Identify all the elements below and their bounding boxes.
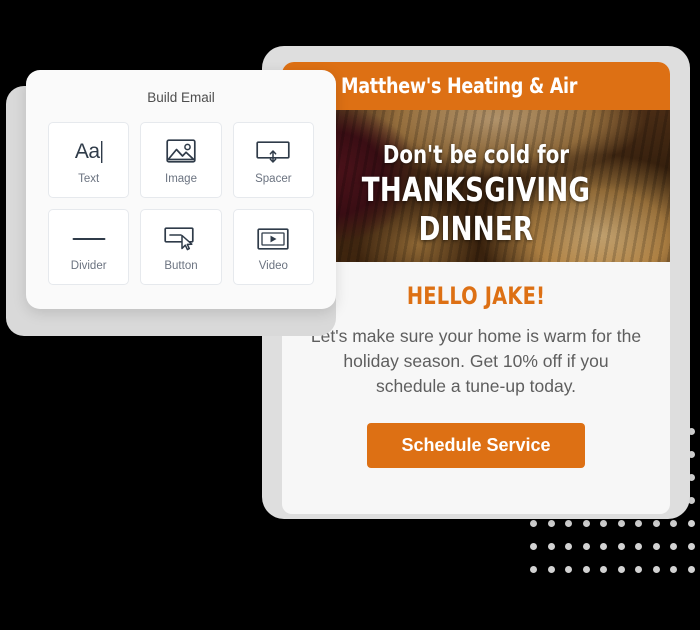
- grid-dot: [687, 543, 695, 550]
- grid-dot: [565, 520, 573, 527]
- brand-name: Matthew's Heating & Air: [341, 74, 578, 98]
- email-body: HELLO JAKE! Let's make sure your home is…: [282, 262, 670, 468]
- block-tile-label-divider: Divider: [70, 260, 107, 272]
- block-tile-label-video: Video: [258, 260, 288, 272]
- hero-headline-line2: THANKSGIVING DINNER: [361, 170, 591, 248]
- block-tile-label-text: Text: [78, 173, 100, 185]
- block-tile-label-button: Button: [164, 260, 198, 272]
- divider-icon: [72, 222, 106, 256]
- grid-dot: [530, 520, 538, 527]
- email-preview-content: Matthew's Heating & Air Don't be cold fo…: [282, 62, 670, 514]
- grid-dot: [617, 543, 625, 550]
- block-tile-divider[interactable]: Divider: [48, 209, 130, 285]
- grid-dot: [530, 543, 538, 550]
- grid-dot: [547, 520, 555, 527]
- grid-dot: [582, 543, 590, 550]
- content-block-tile-grid: Aa Text Image Spacer Divider Button Vide…: [48, 122, 314, 285]
- grid-dot: [530, 566, 538, 573]
- grid-dot: [635, 543, 643, 550]
- grid-dot: [617, 520, 625, 527]
- grid-dot: [600, 520, 608, 527]
- grid-dot: [687, 520, 695, 527]
- image-icon: [166, 135, 196, 169]
- grid-dot: [652, 566, 660, 573]
- grid-dot: [582, 520, 590, 527]
- grid-dot: [670, 520, 678, 527]
- block-tile-image[interactable]: Image: [140, 122, 222, 198]
- body-paragraph: Let's make sure your home is warm for th…: [310, 326, 642, 396]
- grid-dot: [617, 566, 625, 573]
- grid-dot: [687, 566, 695, 573]
- block-tile-button[interactable]: Button: [140, 209, 222, 285]
- block-tile-text[interactable]: Aa Text: [48, 122, 130, 198]
- screenshot-stage: Matthew's Heating & Air Don't be cold fo…: [0, 0, 700, 630]
- block-tile-label-image: Image: [165, 173, 197, 185]
- greeting-heading: HELLO JAKE!: [406, 282, 546, 310]
- hero-headline-line1: Don't be cold for: [382, 140, 570, 169]
- grid-dot: [600, 543, 608, 550]
- build-email-title: Build Email: [147, 90, 215, 105]
- grid-dot: [547, 543, 555, 550]
- grid-dot: [635, 520, 643, 527]
- video-icon: [257, 222, 289, 256]
- grid-dot: [670, 566, 678, 573]
- block-tile-spacer[interactable]: Spacer: [232, 122, 314, 198]
- hero-text-block: Don't be cold for THANKSGIVING DINNER: [282, 140, 670, 248]
- grid-dot: [652, 543, 660, 550]
- block-tile-label-spacer: Spacer: [255, 173, 292, 185]
- text-aa-icon: Aa: [75, 135, 103, 169]
- text-aa-glyph: Aa: [74, 140, 100, 163]
- grid-dot: [582, 566, 590, 573]
- cta-container: Schedule Service: [308, 423, 644, 468]
- spacer-icon: [256, 135, 290, 169]
- hero-banner-image: Don't be cold for THANKSGIVING DINNER: [282, 110, 670, 262]
- block-tile-video[interactable]: Video: [232, 209, 314, 285]
- grid-dot: [670, 543, 678, 550]
- grid-dot: [600, 566, 608, 573]
- grid-dot: [652, 520, 660, 527]
- build-email-panel: Build Email Aa Text Image Spacer Divider…: [26, 70, 336, 309]
- schedule-service-button[interactable]: Schedule Service: [367, 423, 585, 468]
- grid-dot: [547, 566, 555, 573]
- grid-dot: [635, 566, 643, 573]
- grid-dot: [565, 543, 573, 550]
- email-header: Matthew's Heating & Air: [282, 62, 670, 110]
- button-icon: [164, 222, 198, 256]
- grid-dot: [565, 566, 573, 573]
